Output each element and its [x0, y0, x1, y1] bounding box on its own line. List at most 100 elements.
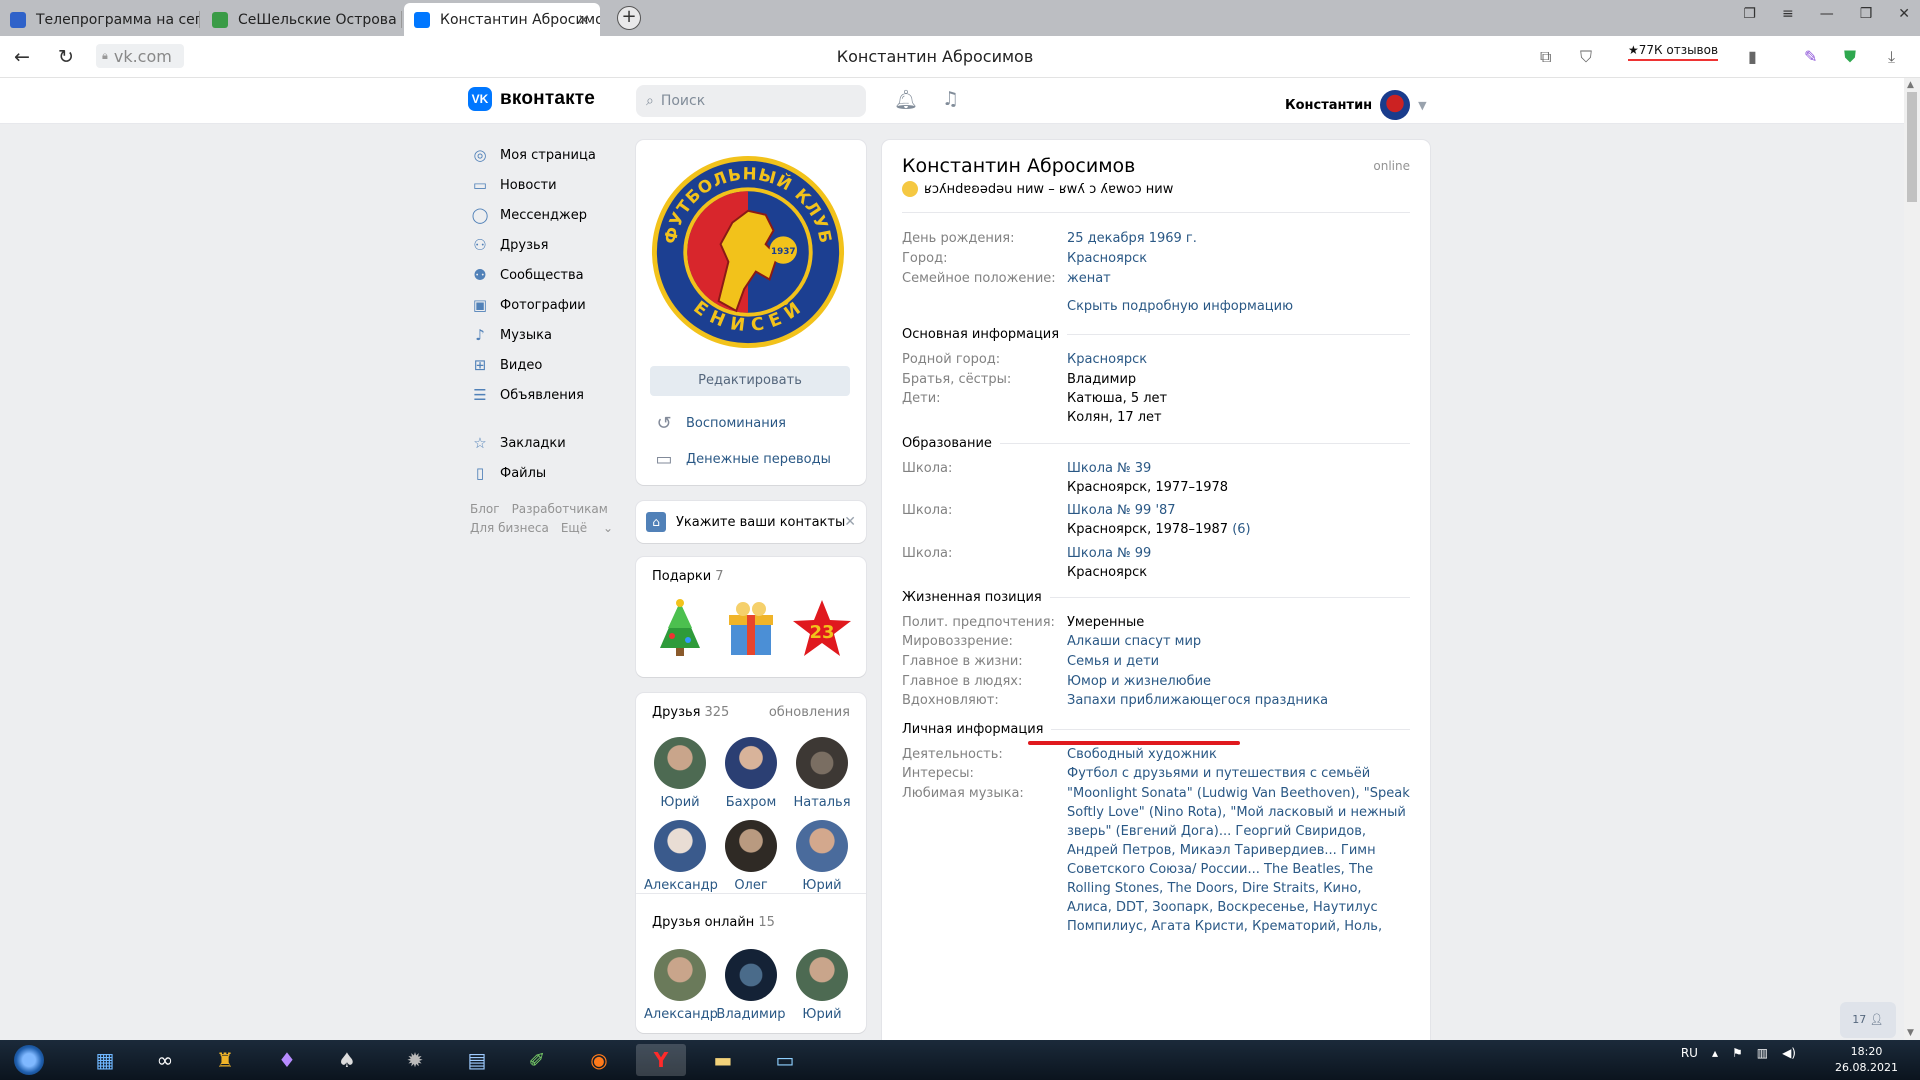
protect-icon[interactable]: ⛉	[1580, 47, 1592, 67]
start-button[interactable]	[4, 1044, 54, 1076]
music-note-icon[interactable]: ♫	[942, 88, 959, 110]
profile-status[interactable]: ʁɔʎнdɐʚǝdǝu ниw – ʁwʎ ɔ ʎɐwоɔ ниw	[902, 181, 1173, 197]
scroll-down-icon[interactable]: ▼	[1907, 1028, 1914, 1038]
friend-item[interactable]: Юрий	[786, 820, 858, 893]
gear-app-icon[interactable]: ✹	[390, 1044, 440, 1076]
city-link[interactable]: Красноярск	[1067, 249, 1410, 268]
tabs-icon[interactable]: ⧉	[1540, 47, 1551, 67]
club-crest-image[interactable]: ФУТБОЛЬНЫЙ КЛУБ ЕНИСЕЙ 1937	[650, 154, 846, 350]
reload-icon[interactable]: ↻	[58, 46, 74, 68]
close-icon[interactable]: ✕	[844, 514, 856, 530]
school-link[interactable]: Школа № 99 '87 Красноярск, 1978–1987 (6)	[1067, 501, 1410, 539]
friend-item[interactable]: Олег	[715, 820, 787, 893]
memories-link[interactable]: ↺ Воспоминания	[654, 413, 786, 434]
music-links[interactable]: "Moonlight Sonata" (Ludwig Van Beethoven…	[1067, 784, 1410, 936]
pen-icon[interactable]: ✎	[1804, 47, 1817, 66]
money-transfers-link[interactable]: ▭ Денежные переводы	[654, 449, 830, 470]
cards-app-icon[interactable]: ♦	[262, 1044, 312, 1076]
minimize-icon[interactable]: —	[1820, 6, 1834, 22]
menu-item-music[interactable]: ♪ Музыка	[470, 320, 630, 350]
school-link[interactable]: Школа № 99 Красноярск	[1067, 544, 1410, 582]
friends-title[interactable]: Друзья 325	[652, 705, 729, 720]
friends-online-title[interactable]: Друзья онлайн 15	[652, 915, 775, 930]
gift-tree-image[interactable]	[648, 597, 712, 661]
friend-item[interactable]: Бахром	[715, 737, 787, 810]
friend-item[interactable]: Наталья	[786, 737, 858, 810]
firefox-app-icon[interactable]: ◉	[574, 1044, 624, 1076]
main-people-link[interactable]: Юмор и жизнелюбие	[1067, 672, 1410, 691]
page-scrollbar[interactable]: ▲ ▼	[1904, 78, 1920, 1040]
inspire-link[interactable]: Запахи приближающегося праздника	[1067, 691, 1410, 710]
family-link[interactable]: женат	[1067, 269, 1410, 288]
paint-app-icon[interactable]: ✐	[512, 1044, 562, 1076]
close-window-icon[interactable]: ✕	[1898, 6, 1910, 22]
friends-updates-link[interactable]: обновления	[769, 705, 850, 720]
main-life-link[interactable]: Семья и дети	[1067, 652, 1410, 671]
gift-box-image[interactable]	[719, 597, 783, 661]
folder-app-icon[interactable]: ▬	[698, 1044, 748, 1076]
yandex-browser-app-icon[interactable]: Y	[636, 1044, 686, 1076]
user-menu[interactable]: Константин ▼	[1285, 90, 1427, 120]
url-field[interactable]: 🔒︎ vk.com	[96, 44, 184, 68]
scroll-up-icon[interactable]: ▲	[1907, 80, 1914, 90]
friend-online-item[interactable]: Александр	[644, 949, 718, 1022]
online-counter-button[interactable]: 17 👤︎	[1840, 1002, 1896, 1038]
game-app-icon[interactable]: ♜	[200, 1044, 250, 1076]
clock[interactable]: 18:20 26.08.2021	[1835, 1044, 1898, 1076]
activity-link[interactable]: Свободный художник	[1067, 745, 1410, 764]
solitaire-app-icon[interactable]: ♠	[322, 1044, 372, 1076]
back-icon[interactable]: ←	[14, 46, 30, 68]
window-app-icon[interactable]: ▭	[760, 1044, 810, 1076]
collections-icon[interactable]: ❐	[1743, 6, 1756, 22]
gifts-title[interactable]: Подарки 7	[652, 569, 724, 584]
bell-icon[interactable]: 🔔︎	[894, 88, 918, 111]
edit-profile-button[interactable]: Редактировать	[650, 366, 850, 396]
browser-tab-1[interactable]: Телепрограмма на сегодн	[0, 3, 200, 36]
menu-icon[interactable]: ≡	[1782, 6, 1794, 22]
scrollbar-thumb[interactable]	[1907, 92, 1917, 202]
worldview-link[interactable]: Алкаши спасут мир	[1067, 632, 1410, 651]
footer-link-blog[interactable]: Блог	[470, 502, 500, 516]
menu-item-news[interactable]: ▭ Новости	[470, 170, 630, 200]
hometown-link[interactable]: Красноярск	[1067, 350, 1410, 369]
restore-icon[interactable]: ❒	[1860, 6, 1873, 22]
school-link[interactable]: Школа № 39 Красноярск, 1977–1978	[1067, 459, 1410, 497]
volume-icon[interactable]: ◀︎)	[1782, 1046, 1796, 1060]
menu-item-my-page[interactable]: ◎ Моя страница	[470, 140, 630, 170]
language-indicator[interactable]: RU	[1681, 1046, 1698, 1060]
new-tab-button[interactable]: +	[617, 6, 641, 30]
calculator-app-icon[interactable]: ▤	[452, 1044, 502, 1076]
browser-tab-3[interactable]: Константин Абросимов ✕	[404, 3, 600, 36]
vk-logo[interactable]: VK вконтакте	[468, 87, 595, 111]
search-input[interactable]: ⌕ Поиск	[636, 85, 866, 117]
shield-icon[interactable]: ⛊	[1844, 47, 1856, 67]
birthday-link[interactable]: 25 декабря 1969 г.	[1067, 229, 1410, 248]
menu-item-bookmarks[interactable]: ☆ Закладки	[470, 428, 630, 458]
footer-link-business[interactable]: Для бизнеса	[470, 521, 549, 535]
menu-item-communities[interactable]: ⚉ Сообщества	[470, 260, 630, 290]
friend-item[interactable]: Юрий	[644, 737, 716, 810]
glasses-app-icon[interactable]: ∞	[140, 1044, 190, 1076]
interests-link[interactable]: Футбол с друзьями и путешествия с семьёй	[1067, 764, 1410, 783]
tray-expand-icon[interactable]: ▴	[1712, 1046, 1718, 1060]
friend-online-item[interactable]: Владимир	[715, 949, 787, 1022]
explorer-app-icon[interactable]: ▦	[80, 1044, 130, 1076]
browser-tab-2[interactable]: СеШельские Острова - Ст	[202, 3, 402, 36]
menu-item-video[interactable]: ⊞ Видео	[470, 350, 630, 380]
menu-item-files[interactable]: ▯ Файлы	[470, 458, 630, 488]
menu-item-messenger[interactable]: ◯ Мессенджер	[470, 200, 630, 230]
friend-online-item[interactable]: Юрий	[786, 949, 858, 1022]
menu-item-friends[interactable]: ⚇ Друзья	[470, 230, 630, 260]
close-tab-icon[interactable]: ✕	[577, 11, 590, 29]
friend-item[interactable]: Александр	[644, 820, 718, 893]
reviews-badge[interactable]: ★77К отзывов	[1628, 43, 1719, 61]
download-icon[interactable]: ⤓	[1888, 47, 1895, 67]
flag-icon[interactable]: ⚑	[1732, 1046, 1743, 1060]
gift-star-image[interactable]: 23	[790, 597, 854, 661]
bookmark-icon[interactable]: ▮	[1748, 47, 1757, 66]
hide-details-link[interactable]: Скрыть подробную информацию	[1067, 297, 1410, 316]
menu-item-ads[interactable]: ☰ Объявления	[470, 380, 630, 410]
menu-item-photos[interactable]: ▣ Фотографии	[470, 290, 630, 320]
contacts-prompt[interactable]: ⌂ Укажите ваши контакты ✕	[636, 501, 866, 543]
network-icon[interactable]: ▥	[1757, 1046, 1768, 1060]
